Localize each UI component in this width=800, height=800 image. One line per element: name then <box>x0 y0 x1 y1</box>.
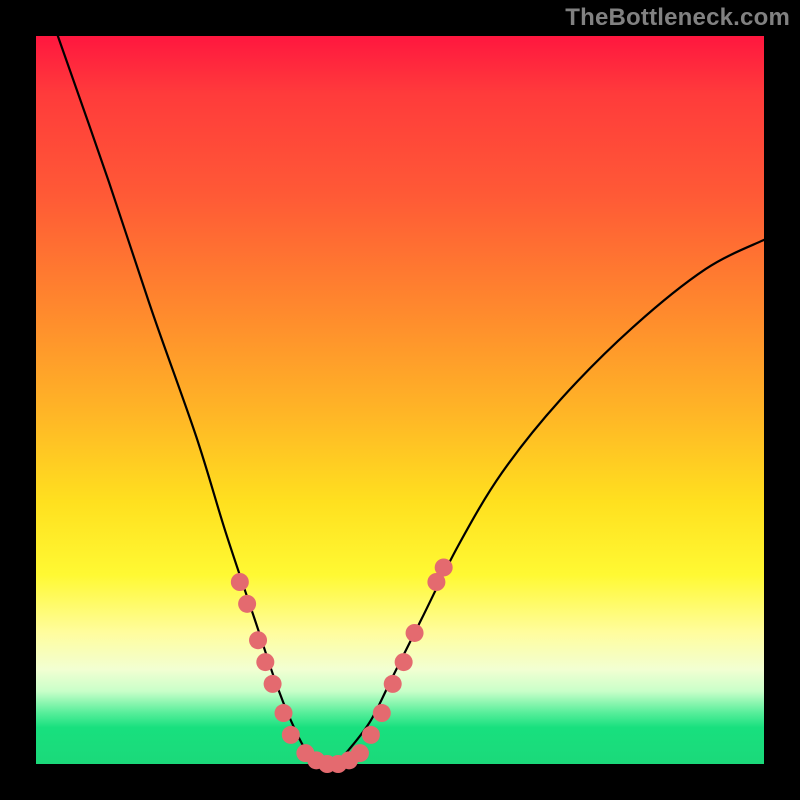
data-marker <box>373 704 391 722</box>
data-marker <box>351 744 369 762</box>
data-marker <box>395 653 413 671</box>
data-marker <box>384 675 402 693</box>
chart-svg <box>36 36 764 764</box>
data-marker <box>238 595 256 613</box>
data-marker <box>362 726 380 744</box>
data-marker <box>264 675 282 693</box>
data-marker <box>256 653 274 671</box>
watermark-text: TheBottleneck.com <box>565 4 790 32</box>
bottleneck-curve <box>58 36 764 766</box>
chart-frame: TheBottleneck.com <box>0 0 800 800</box>
data-markers <box>231 558 453 773</box>
data-marker <box>282 726 300 744</box>
data-marker <box>231 573 249 591</box>
data-marker <box>249 631 267 649</box>
data-marker <box>435 558 453 576</box>
data-marker <box>406 624 424 642</box>
plot-area <box>36 36 764 764</box>
data-marker <box>275 704 293 722</box>
